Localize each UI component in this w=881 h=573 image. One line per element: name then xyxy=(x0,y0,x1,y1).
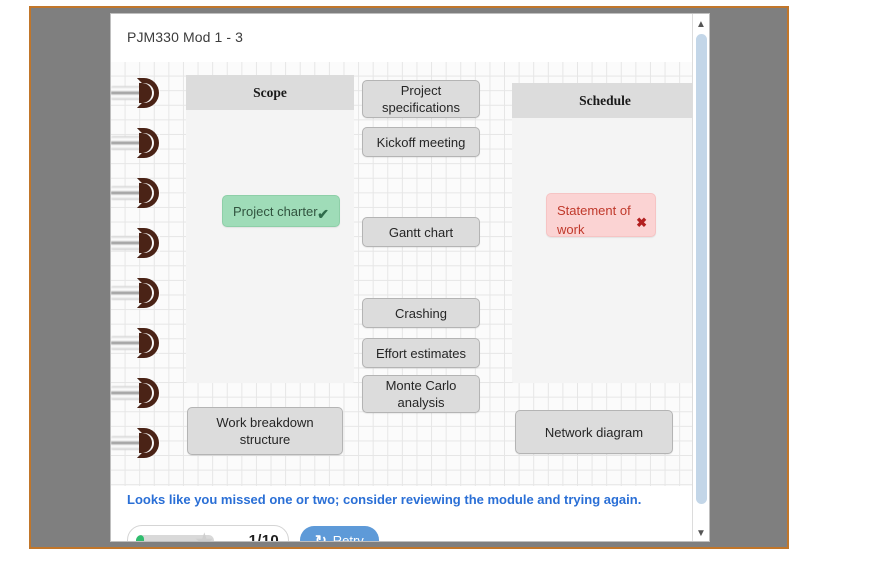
vertical-scrollbar[interactable]: ▲ ▼ xyxy=(692,14,709,541)
footer-bar: ★ 1/10 ↻ Retry xyxy=(127,523,379,542)
correct-check-icon: ✔ xyxy=(317,206,329,222)
page-root: PJM330 Mod 1 - 3 Scope Schedule Project … xyxy=(0,0,881,573)
score-progress-pill: ★ 1/10 xyxy=(127,525,289,542)
card-kickoff-meeting[interactable]: Kickoff meeting xyxy=(362,127,480,157)
incorrect-cross-icon: ✖ xyxy=(636,215,647,230)
card-label: Project specifications xyxy=(381,83,461,115)
quiz-card: PJM330 Mod 1 - 3 Scope Schedule Project … xyxy=(110,13,710,542)
progress-bar-fill xyxy=(136,534,144,541)
spiral-ring xyxy=(111,328,163,358)
card-label: Statement of work xyxy=(557,203,631,237)
card-label: Work breakdown structure xyxy=(216,415,314,447)
card-label: Monte Carlo analysis xyxy=(385,378,457,410)
ring-highlight xyxy=(154,330,160,356)
ring-highlight xyxy=(154,130,160,156)
score-text: 1/10 xyxy=(248,531,279,542)
spiral-ring xyxy=(111,78,163,108)
scrollbar-thumb[interactable] xyxy=(696,34,707,504)
card-label: Crashing xyxy=(394,305,448,321)
card-label: Network diagram xyxy=(544,424,644,440)
spiral-ring xyxy=(111,128,163,158)
page-title: PJM330 Mod 1 - 3 xyxy=(127,29,243,45)
retry-button-label: Retry xyxy=(332,532,364,542)
column-title-schedule: Schedule xyxy=(512,83,695,118)
star-icon: ★ xyxy=(194,528,215,542)
drop-column-scope[interactable]: Scope xyxy=(186,75,354,383)
card-project-specifications[interactable]: Project specifications xyxy=(362,80,480,118)
ring-highlight xyxy=(154,180,160,206)
feedback-message: Looks like you missed one or two; consid… xyxy=(127,492,642,507)
spiral-ring xyxy=(111,228,163,258)
ring-highlight xyxy=(154,280,160,306)
card-effort-estimates[interactable]: Effort estimates xyxy=(362,338,480,368)
spiral-ring xyxy=(111,278,163,308)
spiral-ring xyxy=(111,178,163,208)
card-label: Project charter xyxy=(233,203,318,219)
drag-drop-board: Scope Schedule Project charter ✔ Work br… xyxy=(111,62,695,486)
card-label: Effort estimates xyxy=(375,345,467,361)
column-title-scope: Scope xyxy=(186,75,354,110)
ring-highlight xyxy=(154,380,160,406)
card-network-diagram[interactable]: Network diagram xyxy=(515,410,673,454)
card-crashing[interactable]: Crashing xyxy=(362,298,480,328)
card-project-charter[interactable]: Project charter ✔ xyxy=(222,195,340,227)
ring-highlight xyxy=(154,230,160,256)
card-gantt-chart[interactable]: Gantt chart xyxy=(362,217,480,247)
ring-highlight xyxy=(154,80,160,106)
ring-highlight xyxy=(154,430,160,456)
chevron-up-icon[interactable]: ▲ xyxy=(693,16,709,32)
card-monte-carlo-analysis[interactable]: Monte Carlo analysis xyxy=(362,375,480,413)
card-label: Gantt chart xyxy=(388,224,454,240)
retry-button[interactable]: ↻ Retry xyxy=(300,526,379,542)
card-statement-of-work[interactable]: Statement of work ✖ xyxy=(546,193,656,237)
card-label: Kickoff meeting xyxy=(376,134,466,150)
chevron-down-icon[interactable]: ▼ xyxy=(693,525,709,541)
card-work-breakdown-structure[interactable]: Work breakdown structure xyxy=(187,407,343,455)
spiral-ring xyxy=(111,428,163,458)
spiral-ring xyxy=(111,378,163,408)
refresh-icon: ↻ xyxy=(315,532,327,542)
